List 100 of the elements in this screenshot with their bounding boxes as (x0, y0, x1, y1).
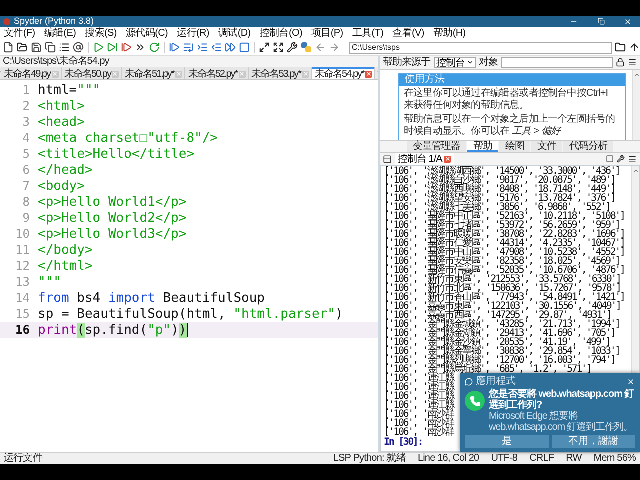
up-arrow-icon[interactable] (629, 42, 640, 53)
code-line: from bs4 import BeautifulSoup (38, 290, 265, 306)
forward-arrow-icon[interactable] (329, 42, 340, 53)
status-item: Line 16, Col 20 (418, 453, 480, 464)
code-line: <title>Hello</title> (38, 146, 195, 162)
help-source-label: 帮助来源于 (383, 56, 430, 68)
new-file-icon[interactable] (3, 42, 14, 53)
line-number: 3 (22, 115, 31, 129)
pane-tab[interactable]: 绘图 (499, 141, 530, 152)
menu-item[interactable]: 编辑(E) (44, 28, 76, 40)
list-icon[interactable] (59, 42, 70, 53)
run-cell-icon[interactable] (107, 42, 118, 53)
line-number: 6 (22, 163, 31, 177)
stop-icon[interactable] (239, 42, 250, 53)
console-output-line: ['106', '澎湖縣望安鄉', '5176', '13.7824', '376'] (384, 194, 616, 203)
notification-button[interactable]: 不用，謝謝 (552, 435, 635, 448)
line-number: 13 (14, 275, 31, 289)
console-output-line: ['106', '連江縣 (384, 401, 454, 410)
two-tone-logo-icon[interactable] (301, 42, 312, 53)
step-return-icon[interactable] (211, 42, 222, 53)
console-prompt: In [30]: (384, 438, 423, 447)
console-tab[interactable]: 控制台 1/A (395, 153, 454, 165)
console-output-line: ['106', '澎湖縣七美鄉', '3856', '6.9868', '552'] (384, 203, 610, 212)
code-line: <head> (38, 114, 85, 130)
menu-item[interactable]: 搜索(S) (85, 28, 117, 40)
code-line: <p>Hello World1</p> (38, 194, 187, 210)
console-output-line: ['106', '金門縣金寧鄉', '30838', '29.854', '1033'] (384, 347, 620, 356)
console-output-line: ['106', '基隆市暖暖區', '38708', '22.8283', '1696'] (384, 230, 625, 239)
object-label: 对象 (479, 56, 498, 68)
debug-icon[interactable] (169, 42, 180, 53)
menu-item[interactable]: 文件(F) (4, 28, 36, 40)
console-output-line: ['106', '澎湖縣白沙鄉', '9817', '20.0875', '489'] (384, 176, 616, 185)
line-number: 7 (22, 179, 31, 193)
menu-item[interactable]: 运行(R) (177, 28, 210, 40)
scrollbar[interactable] (632, 70, 640, 140)
step-icon[interactable] (183, 42, 194, 53)
step-into-icon[interactable] (197, 42, 208, 53)
close-icon[interactable] (627, 378, 635, 386)
restore-icon[interactable] (598, 18, 604, 25)
object-field[interactable] (501, 57, 613, 68)
status-item: CRLF (530, 453, 554, 464)
options-menu-icon[interactable] (628, 58, 637, 67)
code-line: sp = BeautifulSoup(html, "html.parser") (38, 306, 344, 322)
status-item: UTF-8 (491, 453, 518, 464)
pane-tab[interactable]: 帮助 (467, 141, 498, 152)
back-arrow-icon[interactable] (315, 42, 326, 53)
file-path: C:\Users\tsps\未命名54.py (0, 56, 378, 67)
lock-icon[interactable] (616, 58, 625, 67)
working-directory-field[interactable]: C:\Users\tsps (349, 42, 612, 54)
close-icon[interactable] (624, 18, 632, 26)
console-output-line: ['106', '基隆市中正區', '52163', '10.2118', '5108'] (384, 212, 625, 221)
editor-tab[interactable]: 未命名54.py* (312, 67, 376, 79)
pane-tab[interactable]: 代码分析 (563, 141, 614, 152)
editor-tab[interactable]: 未命名50.py (62, 67, 122, 79)
menu-item[interactable]: 源代码(C) (126, 28, 168, 40)
editor-tab[interactable]: 未命名52.py* (185, 67, 249, 79)
code-line: <p>Hello World2</p> (38, 210, 187, 226)
tab-close-icon[interactable] (444, 156, 452, 162)
console-output-line: ['106', '南沙群 (384, 410, 454, 419)
line-number: 14 (14, 291, 31, 305)
menu-item[interactable]: 帮助(H) (433, 28, 466, 40)
tab-close-icon[interactable] (365, 70, 372, 78)
open-folder-icon[interactable] (17, 42, 28, 53)
run-cell-advance-icon[interactable] (121, 42, 132, 53)
editor-tab[interactable]: 未命名53.py* (248, 67, 312, 79)
console-output-line: ['106', '金門縣烈嶼鄉', '12700', '16.003', '794'] (384, 356, 616, 365)
line-number: 15 (14, 307, 31, 321)
maximize-pane-icon[interactable] (259, 42, 270, 53)
menu-item[interactable]: 项目(P) (311, 28, 344, 40)
source-dropdown[interactable]: 控制台 (434, 57, 476, 68)
console-output-line: ['106', '基隆市仁愛區', '44314', '4.2335', '10467'] (384, 239, 625, 248)
editor-tab[interactable]: 未命名51.py* (122, 67, 186, 79)
save-all-icon[interactable] (45, 42, 56, 53)
save-icon[interactable] (31, 42, 42, 53)
line-number: 10 (14, 227, 31, 241)
wrench-icon[interactable] (287, 42, 298, 53)
help-card-title: 使用方法 (399, 74, 625, 86)
console-output-line: ['106', '基隆市中山區', '47908', '10.5238', '4552'] (384, 248, 625, 257)
pane-tab[interactable]: 文件 (531, 141, 562, 152)
line-number: 16 (14, 323, 31, 337)
run-icon[interactable] (93, 42, 104, 53)
fullscreen-icon[interactable] (273, 42, 284, 53)
folder-icon[interactable] (615, 42, 626, 53)
menu-item[interactable]: 控制台(O) (260, 28, 302, 40)
continue-icon[interactable] (225, 42, 236, 53)
line-number: 1 (22, 83, 31, 97)
app-icon[interactable] (465, 378, 473, 386)
menu-item[interactable]: 调试(D) (218, 28, 251, 40)
console-output-line: ['106', '新竹市香山區', '77943', '54.8491', '1421'] (384, 293, 625, 302)
window-title: Spyder (Python 3.8) (14, 16, 96, 27)
stop-icon[interactable] (606, 155, 614, 163)
at-sign-icon[interactable] (73, 42, 84, 53)
notification-button[interactable]: 是 (465, 435, 548, 448)
code-line: print(sp.find("p")) (38, 322, 187, 338)
menu-item[interactable]: 工具(T) (352, 28, 384, 40)
pane-tab[interactable]: 变量管理器 (406, 141, 466, 152)
code-line: """ (38, 274, 62, 290)
console-output-line: ['106', '連江縣 (384, 392, 454, 401)
run-selection-icon[interactable] (135, 42, 146, 53)
menu-item[interactable]: 查看(V) (392, 28, 424, 40)
